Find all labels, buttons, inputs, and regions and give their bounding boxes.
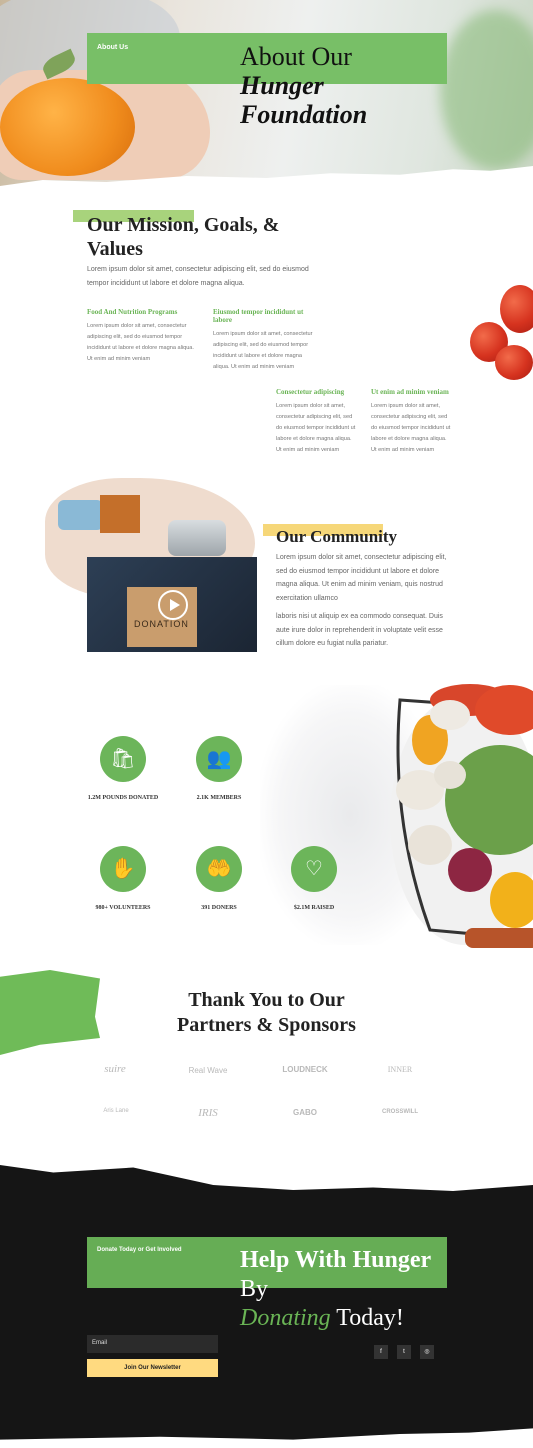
heart-hand-icon: 🤲 bbox=[206, 858, 232, 880]
column-heading: Eiusmod tempor incididunt ut labore bbox=[213, 308, 304, 324]
jar-image bbox=[58, 500, 103, 530]
mission-column: Food And Nutrition Programs Lorem ipsum … bbox=[87, 308, 197, 365]
community-title: Our Community bbox=[276, 527, 398, 546]
column-body: Lorem ipsum dolor sit amet, consectetur … bbox=[371, 403, 451, 453]
community-paragraph: Lorem ipsum dolor sit amet, consectetur … bbox=[276, 554, 447, 602]
stat-item: 🛍 bbox=[100, 736, 146, 782]
can-image bbox=[168, 520, 226, 556]
partner-logo: INNER bbox=[387, 1065, 413, 1074]
partner-logo: IRIS bbox=[198, 1107, 218, 1119]
stat-label: 2.1K MEMBERS bbox=[196, 795, 242, 801]
raised-hand-icon: ✋ bbox=[110, 858, 136, 880]
footer-title-green: Donating bbox=[240, 1305, 331, 1331]
column-heading: Ut enim ad minim veniam bbox=[371, 388, 449, 396]
partner-logo: GABO bbox=[293, 1108, 317, 1117]
community-video[interactable]: DONATION bbox=[87, 557, 257, 652]
partner-logo: Real Wave bbox=[188, 1066, 228, 1075]
orange-image bbox=[0, 78, 135, 176]
food-box-image bbox=[100, 495, 140, 533]
stat-label: $2.1M RAISED bbox=[293, 905, 335, 911]
members-icon: 👥 bbox=[206, 748, 232, 770]
footer-title: Help With Hunger By Donating Today! bbox=[240, 1246, 455, 1333]
stat-item: 👥 bbox=[196, 736, 242, 782]
stat-item: 🤲 bbox=[196, 846, 242, 892]
join-newsletter-button[interactable]: Join Our Newsletter bbox=[87, 1359, 218, 1377]
partner-logo: suire bbox=[104, 1063, 126, 1075]
instagram-icon[interactable]: ◎ bbox=[420, 1345, 434, 1359]
hero-banner: About Us About Our Hunger Foundation bbox=[0, 0, 533, 190]
footer-kicker: Donate Today or Get Involved bbox=[97, 1247, 182, 1253]
stat-item: ♡ bbox=[291, 846, 337, 892]
column-heading: Consectetur adipiscing bbox=[276, 388, 345, 396]
mission-title: Our Mission, Goals, & Values bbox=[87, 214, 280, 260]
stat-badge: 👥 bbox=[196, 736, 242, 782]
footer-title-end: Today! bbox=[330, 1305, 404, 1331]
mission-column: Ut enim ad minim veniam Lorem ipsum dolo… bbox=[371, 388, 451, 456]
footer-title-bold: Help With Hunger bbox=[240, 1247, 432, 1273]
bag-icon: 🛍 bbox=[110, 748, 136, 770]
hero-kicker: About Us bbox=[97, 44, 129, 51]
facebook-icon[interactable]: f bbox=[374, 1345, 388, 1359]
stat-badge: 🛍 bbox=[100, 736, 146, 782]
mission-body: Lorem ipsum dolor sit amet, consectetur … bbox=[87, 266, 309, 287]
column-heading: Food And Nutrition Programs bbox=[87, 308, 178, 316]
mission-column: Eiusmod tempor incididunt ut labore Lore… bbox=[213, 308, 318, 373]
column-body: Lorem ipsum dolor sit amet, consectetur … bbox=[276, 403, 356, 453]
donation-box-label: DONATION bbox=[134, 619, 189, 629]
column-body: Lorem ipsum dolor sit amet, consectetur … bbox=[87, 323, 194, 362]
hero-title: About Our Hunger Foundation bbox=[240, 42, 420, 129]
stat-label: 391 DONERS bbox=[201, 905, 237, 911]
partner-logo: Aris Lane bbox=[103, 1108, 129, 1114]
stat-label: 1.2M POUNDS DONATED bbox=[87, 795, 159, 801]
tomato-image bbox=[500, 285, 533, 333]
partner-logo: CROSSWILL bbox=[382, 1109, 418, 1115]
tomato-image bbox=[495, 345, 533, 380]
footer-title-by: By bbox=[240, 1276, 269, 1302]
stat-badge: ♡ bbox=[291, 846, 337, 892]
column-body: Lorem ipsum dolor sit amet, consectetur … bbox=[213, 331, 313, 370]
stat-item: ✋ bbox=[100, 846, 146, 892]
partners-title: Thank You to Our Partners & Sponsors bbox=[177, 989, 356, 1036]
hero-green-blur bbox=[440, 10, 533, 170]
vegetable-basket-image bbox=[390, 684, 533, 948]
stat-badge: ✋ bbox=[100, 846, 146, 892]
play-icon[interactable] bbox=[158, 590, 188, 620]
partner-logo: LOUDNECK bbox=[282, 1065, 328, 1074]
community-paragraph: laboris nisi ut aliquip ex ea commodo co… bbox=[276, 613, 443, 647]
email-field[interactable]: Email bbox=[87, 1335, 218, 1353]
stat-label: 980+ VOLUNTEERS bbox=[95, 905, 151, 911]
hero-title-line1: About Our bbox=[240, 42, 352, 71]
twitter-icon[interactable]: t bbox=[397, 1345, 411, 1359]
heart-icon: ♡ bbox=[305, 858, 323, 880]
green-brush-stroke bbox=[0, 970, 100, 1055]
mission-column: Consectetur adipiscing Lorem ipsum dolor… bbox=[276, 388, 356, 456]
hero-title-bold: Hunger Foundation bbox=[240, 71, 368, 129]
stat-badge: 🤲 bbox=[196, 846, 242, 892]
